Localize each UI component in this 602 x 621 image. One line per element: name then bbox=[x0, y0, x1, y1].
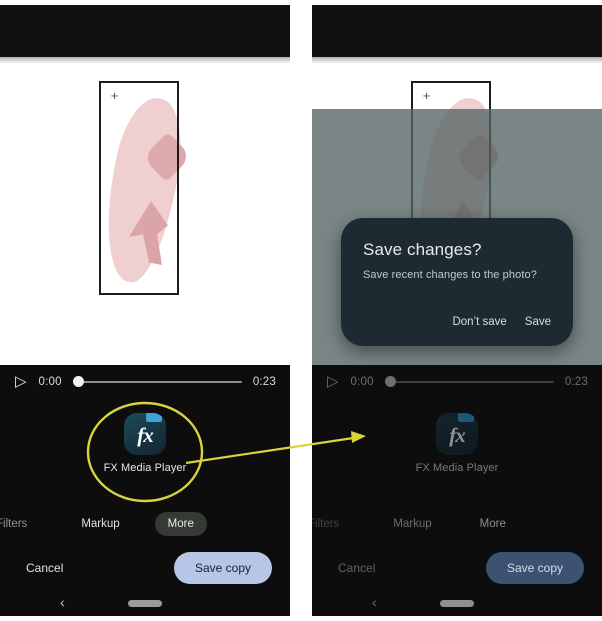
canvas-top-shadow bbox=[0, 57, 290, 64]
seek-bar[interactable] bbox=[72, 375, 242, 389]
save-copy-button[interactable]: Save copy bbox=[173, 551, 272, 584]
seek-track bbox=[390, 380, 554, 383]
app-suggestion-fx-media-player[interactable]: fx FX Media Player bbox=[85, 413, 205, 474]
icon-fx-glyph: fx bbox=[449, 423, 466, 447]
fx-media-player-icon[interactable]: fx bbox=[436, 413, 478, 455]
phone-left: + ▷ 0:00 0:23 fx FX Media Player Filters… bbox=[0, 5, 290, 616]
home-pill-icon[interactable] bbox=[440, 600, 474, 607]
crop-handle-icon[interactable]: + bbox=[421, 89, 432, 102]
fx-media-player-icon[interactable]: fx bbox=[124, 413, 166, 455]
video-scrubber-right: ▷ 0:00 0:23 bbox=[312, 365, 602, 398]
current-time-label: 0:00 bbox=[38, 375, 62, 388]
save-copy-button[interactable]: Save copy bbox=[485, 551, 584, 584]
current-time-label: 0:00 bbox=[350, 375, 374, 388]
editor-tool-chips-right: Filters Markup More bbox=[312, 505, 602, 543]
status-bar bbox=[312, 5, 602, 57]
system-nav-bar-left: ‹ bbox=[0, 588, 290, 616]
total-time-label: 0:23 bbox=[564, 375, 588, 388]
total-time-label: 0:23 bbox=[252, 375, 276, 388]
canvas-top-shadow bbox=[312, 57, 602, 64]
back-icon[interactable]: ‹ bbox=[60, 594, 65, 610]
dialog-title: Save changes? bbox=[363, 240, 482, 259]
tool-chip-markup[interactable]: Markup bbox=[380, 512, 444, 536]
play-icon[interactable]: ▷ bbox=[15, 374, 27, 389]
status-bar bbox=[0, 5, 290, 57]
cancel-button[interactable]: Cancel bbox=[18, 555, 71, 581]
play-icon[interactable]: ▷ bbox=[327, 374, 339, 389]
crop-rectangle[interactable] bbox=[99, 81, 179, 295]
seek-bar[interactable] bbox=[384, 375, 554, 389]
seek-thumb[interactable] bbox=[384, 376, 396, 387]
system-nav-bar-right: ‹ bbox=[312, 588, 602, 616]
dialog-message: Save recent changes to the photo? bbox=[363, 269, 537, 281]
crop-handle-icon[interactable]: + bbox=[109, 89, 120, 102]
home-pill-icon[interactable] bbox=[128, 600, 162, 607]
editor-tool-chips-left: Filters Markup More bbox=[0, 505, 290, 543]
app-suggestion-area-right: fx FX Media Player bbox=[312, 398, 602, 505]
seek-track bbox=[78, 380, 242, 383]
editor-action-row-left: Cancel Save copy bbox=[0, 545, 290, 590]
icon-fx-glyph: fx bbox=[137, 423, 154, 447]
tool-chip-filters[interactable]: Filters bbox=[0, 512, 40, 536]
dialog-button-row: Don’t save Save bbox=[363, 316, 551, 334]
back-icon[interactable]: ‹ bbox=[372, 594, 377, 610]
video-scrubber-left: ▷ 0:00 0:23 bbox=[0, 365, 290, 398]
phone-right: + Save changes? Save recent changes to t… bbox=[312, 5, 602, 616]
tool-chip-more[interactable]: More bbox=[154, 512, 207, 536]
tool-chip-markup[interactable]: Markup bbox=[68, 512, 132, 536]
editor-action-row-right: Cancel Save copy bbox=[312, 545, 602, 590]
app-suggestion-fx-media-player[interactable]: fx FX Media Player bbox=[397, 413, 517, 474]
dont-save-button[interactable]: Don’t save bbox=[452, 316, 506, 328]
tool-chip-filters[interactable]: Filters bbox=[312, 512, 352, 536]
cancel-button[interactable]: Cancel bbox=[330, 555, 383, 581]
save-button[interactable]: Save bbox=[525, 316, 551, 328]
app-suggestion-label: FX Media Player bbox=[103, 462, 187, 474]
save-changes-dialog: Save changes? Save recent changes to the… bbox=[341, 218, 573, 346]
seek-thumb[interactable] bbox=[72, 376, 84, 387]
tool-chip-more[interactable]: More bbox=[467, 512, 519, 536]
app-suggestion-area-left: fx FX Media Player bbox=[0, 398, 290, 505]
photo-canvas-left[interactable]: + bbox=[0, 57, 290, 365]
app-suggestion-label: FX Media Player bbox=[415, 462, 499, 474]
